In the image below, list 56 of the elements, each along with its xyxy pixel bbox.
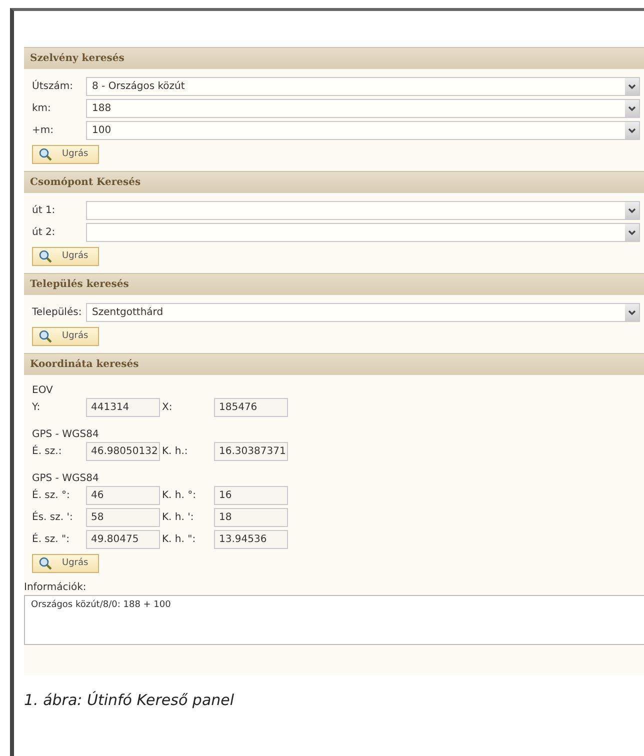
magnifier-icon [39, 330, 52, 343]
dropdown-field[interactable]: 188 [86, 99, 640, 118]
section-header: Csomópont Keresés [24, 171, 644, 193]
field-label: K. h. ": [161, 533, 197, 547]
coordinate-field[interactable]: 441314 [86, 398, 160, 417]
field-label: X: [161, 401, 174, 415]
coordinate-field[interactable]: 13.94536 [214, 530, 288, 549]
coordinate-field[interactable]: 46.98050132 [86, 442, 160, 461]
jump-button[interactable]: Ugrás [32, 327, 100, 346]
jump-button[interactable]: Ugrás [32, 247, 100, 266]
section-header: Koordináta keresés [24, 353, 644, 375]
coordinate-field[interactable]: 49.80475 [86, 530, 160, 549]
jump-button[interactable]: Ugrás [32, 554, 100, 573]
field-label: +m: [32, 124, 54, 138]
field-label: É. sz.: [32, 444, 63, 459]
coordinate-field[interactable]: 185476 [214, 398, 288, 417]
chevron-down-icon [628, 106, 636, 112]
field-label: Y: [32, 401, 42, 415]
magnifier-icon [39, 250, 52, 263]
chevron-down-icon [628, 230, 636, 236]
field-label: K. h. °: [161, 489, 197, 503]
coordinate-field[interactable]: 16.30387371 [214, 442, 288, 461]
field-label: És. sz. ': [32, 510, 74, 525]
chevron-down-icon [628, 128, 636, 134]
info-label: Információk: [24, 581, 88, 595]
chevron-down-icon [628, 310, 636, 316]
figure-caption: 1. ábra: Útinfó Kereső panel [24, 690, 236, 711]
magnifier-icon [39, 557, 52, 570]
field-label: út 2: [32, 226, 56, 240]
dropdown-field[interactable] [86, 201, 640, 220]
jump-button[interactable]: Ugrás [32, 145, 100, 164]
dropdown-field[interactable]: Szentgotthárd [86, 303, 640, 322]
coordinate-field[interactable]: 18 [214, 508, 288, 527]
field-label: út 1: [32, 204, 56, 218]
chevron-down-icon [628, 208, 636, 214]
section-header: Szelvény keresés [24, 47, 644, 69]
magnifier-icon [39, 148, 52, 161]
info-text-area: Országos közút/8/0: 188 + 100 [24, 595, 644, 645]
group-heading: GPS - WGS84 [32, 428, 100, 442]
dropdown-field[interactable]: 8 - Országos közút [86, 77, 640, 96]
coordinate-field[interactable]: 16 [214, 486, 288, 505]
chevron-down-icon [628, 84, 636, 90]
coordinate-field[interactable]: 46 [86, 486, 160, 505]
field-label: K. h. ': [161, 511, 195, 525]
dropdown-field[interactable]: 100 [86, 121, 640, 140]
coordinate-field[interactable]: 58 [86, 508, 160, 527]
field-label: Útszám: [32, 79, 74, 94]
group-heading: GPS - WGS84 [32, 472, 100, 486]
dropdown-field[interactable] [86, 223, 640, 242]
section-header: Település keresés [24, 273, 644, 295]
field-label: km: [32, 102, 52, 116]
group-heading: EOV [32, 384, 54, 398]
field-label: Település: [32, 306, 83, 320]
field-label: K. h.: [161, 445, 189, 459]
field-label: É. sz. ": [32, 532, 70, 547]
field-label: É. sz. °: [32, 488, 71, 503]
